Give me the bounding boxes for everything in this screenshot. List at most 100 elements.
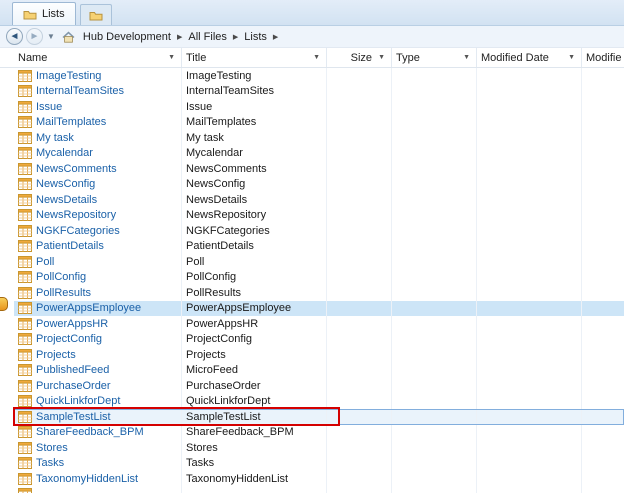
name-cell[interactable]: PatientDetails xyxy=(14,238,182,254)
list-row[interactable]: QuickLinkforDept QuickLinkforDept xyxy=(14,393,624,409)
list-row[interactable]: NewsRepository NewsRepository xyxy=(14,207,624,223)
row-name[interactable]: SampleTestList xyxy=(36,411,111,423)
list-row[interactable]: PatientDetails PatientDetails xyxy=(14,238,624,254)
name-cell[interactable]: PurchaseOrder xyxy=(14,378,182,394)
filter-dropdown-icon[interactable]: ▼ xyxy=(168,54,175,61)
row-name[interactable]: PatientDetails xyxy=(36,240,104,252)
name-cell[interactable]: ProjectConfig xyxy=(14,331,182,347)
list-row[interactable]: NewsComments NewsComments xyxy=(14,161,624,177)
row-name[interactable]: PowerAppsHR xyxy=(36,318,108,330)
filter-dropdown-icon[interactable]: ▼ xyxy=(568,54,575,61)
name-cell[interactable]: MailTemplates xyxy=(14,114,182,130)
row-name[interactable]: My task xyxy=(36,132,74,144)
breadcrumb-site[interactable]: Hub Development xyxy=(83,31,171,43)
name-cell[interactable]: NewsDetails xyxy=(14,192,182,208)
name-cell[interactable]: Stores xyxy=(14,440,182,456)
list-row[interactable]: PowerAppsEmployee PowerAppsEmployee xyxy=(14,300,624,316)
row-name[interactable]: PowerAppsEmployee xyxy=(36,302,141,314)
list-row[interactable]: MailTemplates MailTemplates xyxy=(14,114,624,130)
row-name[interactable]: Tasks xyxy=(36,457,64,469)
name-cell[interactable]: NewsRepository xyxy=(14,207,182,223)
filter-dropdown-icon[interactable]: ▼ xyxy=(463,54,470,61)
breadcrumb-all-files[interactable]: All Files xyxy=(188,31,227,43)
name-cell[interactable]: InternalTeamSites xyxy=(14,83,182,99)
list-row[interactable]: Stores Stores xyxy=(14,440,624,456)
name-cell[interactable]: PowerAppsEmployee xyxy=(14,300,182,316)
name-cell[interactable]: PollConfig xyxy=(14,269,182,285)
list-row[interactable]: Issue Issue xyxy=(14,99,624,115)
row-name[interactable]: Poll xyxy=(36,256,54,268)
row-name[interactable]: PollConfig xyxy=(36,271,86,283)
list-row[interactable]: PowerAppsHR PowerAppsHR xyxy=(14,316,624,332)
list-row[interactable]: NGKFCategories NGKFCategories xyxy=(14,223,624,239)
list-row[interactable]: PollResults PollResults xyxy=(14,285,624,301)
name-cell[interactable]: QuickLinkforDept xyxy=(14,393,182,409)
filter-dropdown-icon[interactable]: ▼ xyxy=(313,54,320,61)
column-header-type[interactable]: Type ▼ xyxy=(392,48,477,67)
breadcrumb-arrow-icon[interactable]: ▶ xyxy=(273,33,278,41)
list-row[interactable]: PublishedFeed MicroFeed xyxy=(14,362,624,378)
list-row[interactable]: NewsConfig NewsConfig xyxy=(14,176,624,192)
list-row[interactable]: TaxonomyHiddenList TaxonomyHiddenList xyxy=(14,471,624,487)
history-dropdown-icon[interactable]: ▼ xyxy=(47,32,55,41)
name-cell[interactable]: NewsComments xyxy=(14,161,182,177)
name-cell[interactable]: SampleTestList xyxy=(14,409,182,425)
list-row[interactable]: ShareFeedback_BPM ShareFeedback_BPM xyxy=(14,424,624,440)
row-name[interactable]: TaxonomyHiddenList xyxy=(36,473,138,485)
row-name[interactable]: ImageTesting xyxy=(36,70,101,82)
row-name[interactable]: Stores xyxy=(36,442,68,454)
forward-button[interactable]: ► xyxy=(26,28,43,45)
name-cell[interactable]: TaxonomyHiddenList xyxy=(14,471,182,487)
list-row[interactable]: NewsDetails NewsDetails xyxy=(14,192,624,208)
tab-new[interactable] xyxy=(79,4,112,25)
row-name[interactable]: PollResults xyxy=(36,287,91,299)
breadcrumb-arrow-icon[interactable]: ▶ xyxy=(177,33,182,41)
list-row[interactable]: My task My task xyxy=(14,130,624,146)
list-row[interactable]: Tasks Tasks xyxy=(14,455,624,471)
list-row[interactable]: ProjectConfig ProjectConfig xyxy=(14,331,624,347)
column-header-name[interactable]: Name ▼ xyxy=(14,48,182,67)
column-header-title[interactable]: Title ▼ xyxy=(182,48,327,67)
row-name[interactable]: PurchaseOrder xyxy=(36,380,111,392)
tab-lists[interactable]: Lists xyxy=(12,2,76,25)
name-cell[interactable]: My task xyxy=(14,130,182,146)
row-name[interactable]: Projects xyxy=(36,349,76,361)
row-name[interactable]: ShareFeedback_BPM xyxy=(36,426,144,438)
list-row[interactable]: Projects Projects xyxy=(14,347,624,363)
name-cell[interactable]: PowerAppsHR xyxy=(14,316,182,332)
name-cell[interactable]: ImageTesting xyxy=(14,68,182,84)
row-name[interactable]: NewsComments xyxy=(36,163,117,175)
name-cell[interactable]: Projects xyxy=(14,347,182,363)
name-cell[interactable]: NGKFCategories xyxy=(14,223,182,239)
column-header-modified-by[interactable]: Modifie xyxy=(582,48,624,67)
name-cell[interactable]: Tasks xyxy=(14,455,182,471)
breadcrumb-arrow-icon[interactable]: ▶ xyxy=(233,33,238,41)
row-name[interactable]: PublishedFeed xyxy=(36,364,109,376)
row-name[interactable]: ProjectConfig xyxy=(36,333,102,345)
list-row[interactable]: PollConfig PollConfig xyxy=(14,269,624,285)
list-row[interactable]: Poll Poll xyxy=(14,254,624,270)
list-row[interactable]: ImageTesting ImageTesting xyxy=(14,68,624,84)
row-name[interactable]: NewsConfig xyxy=(36,178,95,190)
list-row[interactable]: InternalTeamSites InternalTeamSites xyxy=(14,83,624,99)
name-cell[interactable] xyxy=(14,486,182,493)
row-name[interactable]: MailTemplates xyxy=(36,116,106,128)
name-cell[interactable]: Issue xyxy=(14,99,182,115)
list-row[interactable]: Mycalendar Mycalendar xyxy=(14,145,624,161)
column-header-modified-date[interactable]: Modified Date ▼ xyxy=(477,48,582,67)
list-row[interactable]: PurchaseOrder PurchaseOrder xyxy=(14,378,624,394)
column-header-size[interactable]: Size ▼ xyxy=(327,48,392,67)
row-name[interactable]: InternalTeamSites xyxy=(36,85,124,97)
row-name[interactable]: Mycalendar xyxy=(36,147,93,159)
name-cell[interactable]: Poll xyxy=(14,254,182,270)
breadcrumb-lists[interactable]: Lists xyxy=(244,31,267,43)
row-name[interactable]: NewsDetails xyxy=(36,194,97,206)
row-name[interactable]: QuickLinkforDept xyxy=(36,395,120,407)
filter-dropdown-icon[interactable]: ▼ xyxy=(378,54,385,61)
row-name[interactable]: NGKFCategories xyxy=(36,225,120,237)
name-cell[interactable]: Mycalendar xyxy=(14,145,182,161)
list-row[interactable] xyxy=(14,486,624,493)
back-button[interactable]: ◄ xyxy=(6,28,23,45)
name-cell[interactable]: ShareFeedback_BPM xyxy=(14,424,182,440)
name-cell[interactable]: PublishedFeed xyxy=(14,362,182,378)
